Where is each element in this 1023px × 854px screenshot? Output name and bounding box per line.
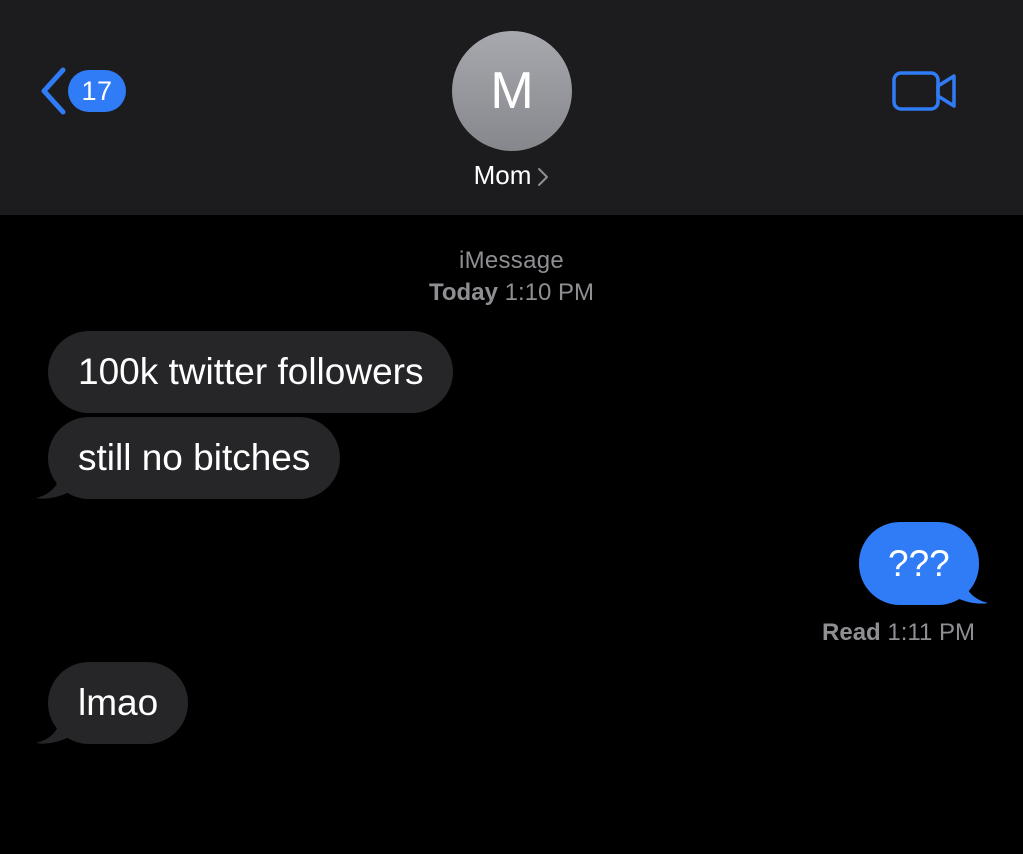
message-text: still no bitches [78, 437, 311, 478]
unread-count-badge: 17 [68, 70, 126, 112]
facetime-video-button[interactable] [891, 68, 959, 114]
contact-avatar[interactable]: M [452, 31, 572, 151]
back-button[interactable]: 17 [36, 64, 126, 118]
read-time: 1:11 PM [887, 619, 975, 646]
contact-details-link[interactable]: Mom [0, 160, 1023, 191]
message-bubble-incoming[interactable]: still no bitches [48, 417, 341, 499]
conversation-timestamp: Today 1:10 PM [0, 279, 1023, 307]
contact-name: Mom [473, 160, 532, 190]
chevron-right-icon [538, 167, 549, 186]
bubble-tail [36, 470, 72, 499]
message-bubble-incoming[interactable]: 100k twitter followers [48, 331, 454, 413]
service-label: iMessage [458, 247, 565, 274]
bubble-tail [952, 575, 988, 604]
timestamp-day: Today [429, 279, 498, 306]
message-text: lmao [78, 682, 159, 723]
read-receipt: Read 1:11 PM [822, 619, 975, 647]
message-text: ??? [888, 542, 950, 584]
video-camera-icon [892, 71, 956, 111]
chevron-left-icon [41, 67, 66, 115]
bubble-tail [36, 715, 72, 744]
timestamp-time: 1:10 PM [504, 279, 594, 306]
read-label: Read [822, 619, 881, 646]
conversation-header: 17 M Mom [0, 0, 1023, 215]
message-text: 100k twitter followers [78, 351, 424, 392]
